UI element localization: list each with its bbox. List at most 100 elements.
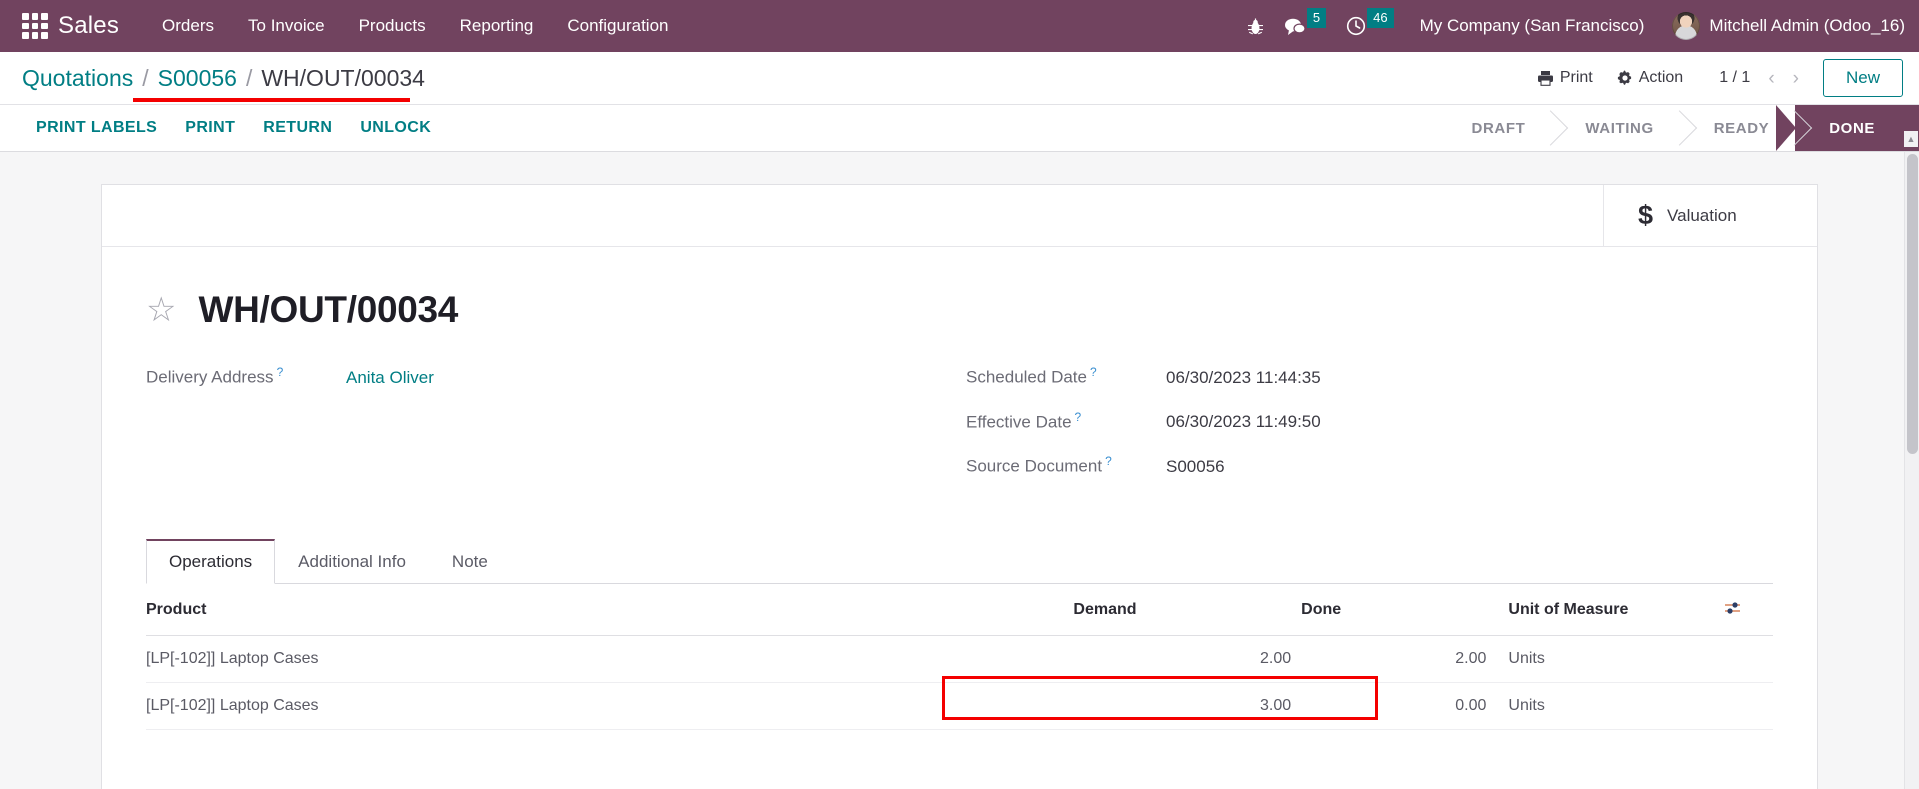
tab-additional-info[interactable]: Additional Info — [275, 539, 429, 584]
optional-columns-dropdown[interactable] — [1724, 583, 1773, 636]
table-header-row: Product Demand Done Unit of Measure — [146, 583, 1773, 636]
new-button[interactable]: New — [1822, 59, 1903, 97]
fields-grid: Delivery Address? Anita Oliver Scheduled… — [146, 365, 1773, 499]
table-head: Product Demand Done Unit of Measure — [146, 583, 1773, 636]
sliders-icon[interactable] — [1724, 600, 1742, 621]
star-outline-icon[interactable]: ☆ — [146, 293, 176, 327]
help-icon[interactable]: ? — [1090, 365, 1097, 379]
notebook-tabs: Operations Additional Info Note — [146, 538, 1773, 584]
column-header-done[interactable]: Done — [1301, 583, 1497, 636]
column-header-unit-of-measure[interactable]: Unit of Measure — [1496, 583, 1725, 636]
breadcrumb-red-annotation — [133, 98, 410, 102]
action-button-label: Action — [1638, 69, 1684, 86]
field-label-effective-date: Effective Date? — [966, 410, 1166, 433]
clock-icon — [1346, 16, 1366, 36]
control-panel-actions: Print Action 1 / 1 ‹ › New — [1525, 59, 1903, 97]
help-icon[interactable]: ? — [277, 365, 284, 379]
status-step-waiting[interactable]: WAITING — [1551, 105, 1680, 151]
cell-demand[interactable]: 3.00 — [1073, 682, 1302, 730]
field-value-scheduled-date[interactable]: 06/30/2023 11:44:35 — [1166, 368, 1321, 388]
messages-count-badge: 5 — [1306, 8, 1327, 28]
field-effective-date: Effective Date? 06/30/2023 11:49:50 — [966, 410, 1773, 433]
statusbar: DRAFT WAITING READY DONE — [1437, 105, 1919, 151]
table-row[interactable]: [LP[-102]] Laptop Cases 2.00 2.00 Units — [146, 635, 1773, 683]
status-step-done[interactable]: DONE — [1776, 105, 1919, 151]
breadcrumb: Quotations / S00056 / WH/OUT/00034 — [22, 65, 425, 92]
menu-orders[interactable]: Orders — [145, 10, 231, 42]
print-button-label: Print — [1559, 69, 1593, 86]
column-header-product[interactable]: Product — [146, 583, 1074, 636]
cell-product[interactable]: [LP[-102]] Laptop Cases — [146, 635, 1074, 683]
fields-column-right: Scheduled Date? 06/30/2023 11:44:35 Effe… — [966, 365, 1773, 499]
company-switcher[interactable]: My Company (San Francisco) — [1420, 16, 1645, 36]
user-menu[interactable]: Mitchell Admin (Odoo_16) — [1672, 12, 1905, 40]
cell-done[interactable]: 2.00 — [1301, 635, 1497, 683]
avatar — [1672, 12, 1701, 40]
help-icon[interactable]: ? — [1075, 410, 1082, 424]
tab-operations[interactable]: Operations — [146, 538, 276, 584]
cell-product[interactable]: [LP[-102]] Laptop Cases — [146, 682, 1074, 730]
menu-to-invoice[interactable]: To Invoice — [231, 10, 342, 42]
cell-unit-of-measure[interactable]: Units — [1496, 682, 1725, 730]
stat-button-box: $ Valuation — [102, 185, 1817, 247]
table-body: [LP[-102]] Laptop Cases 2.00 2.00 Units … — [146, 635, 1773, 730]
help-icon[interactable]: ? — [1105, 454, 1112, 468]
chat-bubble-icon — [1284, 18, 1306, 35]
breadcrumb-separator-2: / — [245, 64, 253, 91]
field-scheduled-date: Scheduled Date? 06/30/2023 11:44:35 — [966, 365, 1773, 388]
app-brand-sales[interactable]: Sales — [58, 12, 119, 40]
control-panel-top: Quotations / S00056 / WH/OUT/00034 Print… — [0, 52, 1919, 104]
breadcrumb-current: WH/OUT/00034 — [261, 64, 425, 91]
pager-previous-icon[interactable]: ‹ — [1760, 67, 1782, 90]
menu-configuration[interactable]: Configuration — [550, 10, 685, 42]
field-label-text: Effective Date — [966, 412, 1072, 432]
menu-reporting[interactable]: Reporting — [443, 10, 551, 42]
field-source-document: Source Document? S00056 — [966, 454, 1773, 477]
dollar-icon: $ — [1638, 200, 1654, 230]
title-row: ☆ WH/OUT/00034 — [146, 289, 1773, 331]
valuation-stat-button[interactable]: $ Valuation — [1603, 185, 1817, 246]
cell-demand[interactable]: 2.00 — [1073, 635, 1302, 683]
pager-next-icon[interactable]: › — [1785, 67, 1807, 90]
return-button[interactable]: RETURN — [249, 105, 346, 151]
bug-icon[interactable] — [1247, 17, 1264, 36]
print-button[interactable]: Print — [1525, 63, 1605, 93]
sheet-inner: ☆ WH/OUT/00034 Delivery Address? Anita O… — [102, 247, 1817, 730]
pager-value[interactable]: 1 / 1 — [1711, 69, 1758, 87]
print-action-button[interactable]: PRINT — [171, 105, 249, 151]
field-label-text: Source Document — [966, 456, 1103, 476]
activities-count-badge: 46 — [1367, 8, 1394, 28]
user-name-label: Mitchell Admin (Odoo_16) — [1709, 16, 1905, 35]
field-label-text: Scheduled Date — [966, 367, 1087, 387]
field-value-effective-date[interactable]: 06/30/2023 11:49:50 — [1166, 412, 1321, 432]
unlock-button[interactable]: UNLOCK — [346, 105, 445, 151]
breadcrumb-item-quotations[interactable]: Quotations — [22, 65, 133, 92]
menu-products[interactable]: Products — [342, 10, 443, 42]
field-value-source-document[interactable]: S00056 — [1166, 457, 1225, 477]
cell-done[interactable]: 0.00 — [1301, 682, 1497, 730]
pager: 1 / 1 ‹ › — [1711, 67, 1807, 90]
messages-menu[interactable]: 5 — [1284, 8, 1327, 36]
fields-column-left: Delivery Address? Anita Oliver — [146, 365, 906, 499]
top-navbar: Sales Orders To Invoice Products Reporti… — [0, 0, 1919, 52]
valuation-label: Valuation — [1667, 205, 1737, 225]
activities-menu[interactable]: 46 — [1346, 8, 1394, 36]
page-scrollbar[interactable] — [1904, 152, 1919, 789]
table-row[interactable]: [LP[-102]] Laptop Cases 3.00 0.00 Units — [146, 682, 1773, 730]
operations-table: Product Demand Done Unit of Measure [LP[… — [146, 583, 1773, 730]
field-value-delivery-address[interactable]: Anita Oliver — [346, 368, 434, 388]
apps-grid-icon[interactable] — [22, 13, 48, 39]
status-step-draft[interactable]: DRAFT — [1437, 105, 1552, 151]
scrollbar-up-arrow-icon[interactable]: ▲ — [1904, 131, 1918, 147]
breadcrumb-item-s00056[interactable]: S00056 — [158, 65, 237, 92]
print-labels-button[interactable]: PRINT LABELS — [22, 105, 171, 151]
field-label-delivery-address: Delivery Address? — [146, 365, 346, 388]
cell-unit-of-measure[interactable]: Units — [1496, 635, 1725, 683]
gear-icon — [1617, 70, 1631, 85]
column-header-demand[interactable]: Demand — [1073, 583, 1302, 636]
tab-note[interactable]: Note — [429, 539, 511, 584]
action-button[interactable]: Action — [1605, 63, 1695, 93]
breadcrumb-separator: / — [142, 64, 149, 91]
field-label-scheduled-date: Scheduled Date? — [966, 365, 1166, 388]
scrollbar-thumb[interactable] — [1907, 154, 1918, 454]
